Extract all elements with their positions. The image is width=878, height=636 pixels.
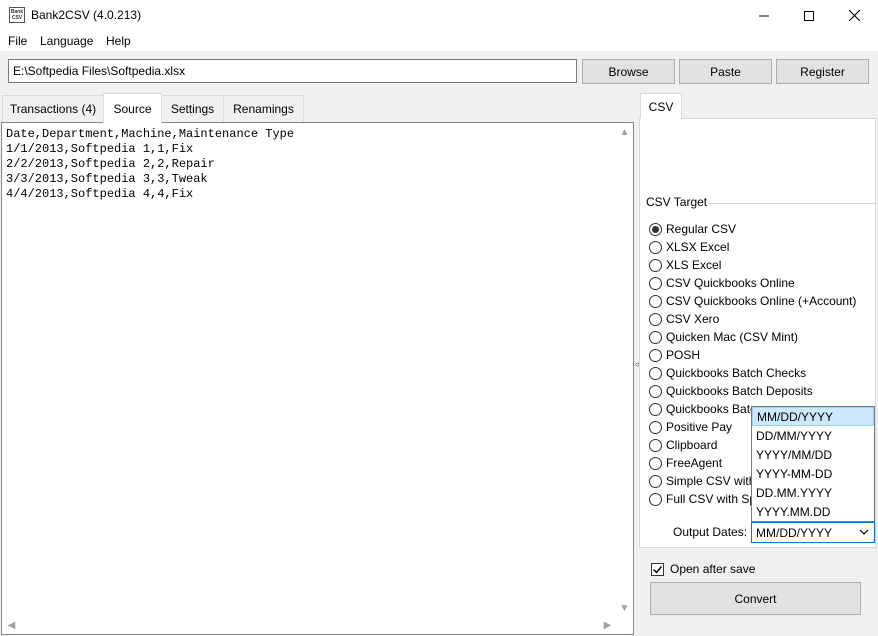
- date-option[interactable]: MM/DD/YYYY: [752, 407, 874, 426]
- radio-label: Clipboard: [666, 438, 718, 452]
- radio-csv-quickbooks-online[interactable]: CSV Quickbooks Online: [649, 274, 795, 292]
- tab-transactions[interactable]: Transactions (4): [2, 95, 104, 122]
- radio-icon: [649, 420, 662, 434]
- radio-csv-xero[interactable]: CSV Xero: [649, 310, 719, 328]
- radio-quickbooks-batch-other[interactable]: Quickbooks Batc: [649, 400, 756, 418]
- menu-file[interactable]: File: [8, 34, 27, 48]
- menu-language[interactable]: Language: [40, 34, 93, 48]
- tab-settings[interactable]: Settings: [161, 95, 224, 122]
- radio-label: XLS Excel: [666, 258, 722, 272]
- radio-label: XLSX Excel: [666, 240, 730, 254]
- radio-posh[interactable]: POSH: [649, 346, 700, 364]
- radio-icon: [649, 258, 662, 272]
- radio-icon: [649, 276, 662, 290]
- source-line: 2/2/2013,Softpedia 2,2,Repair: [6, 157, 215, 171]
- radio-label: Quicken Mac (CSV Mint): [666, 330, 799, 344]
- minimize-icon: [759, 15, 769, 16]
- radio-icon: [649, 312, 662, 326]
- radio-label: CSV Quickbooks Online: [666, 276, 795, 290]
- radio-label: FreeAgent: [666, 456, 723, 470]
- tab-csv[interactable]: CSV: [640, 93, 682, 119]
- maximize-button[interactable]: [786, 0, 832, 31]
- radio-label: Quickbooks Batch Deposits: [666, 384, 813, 398]
- close-button[interactable]: [831, 0, 877, 31]
- radio-quickbooks-batch-checks[interactable]: Quickbooks Batch Checks: [649, 364, 806, 382]
- radio-label: Full CSV with Sp: [666, 492, 757, 506]
- date-option[interactable]: YYYY/MM/DD: [752, 445, 874, 464]
- open-after-save-checkbox[interactable]: Open after save: [651, 562, 755, 576]
- radio-label: POSH: [666, 348, 701, 362]
- paste-button[interactable]: Paste: [679, 59, 772, 84]
- source-content: Date,Department,Machine,Maintenance Type…: [6, 127, 294, 202]
- scroll-right-icon[interactable]: ▶: [599, 617, 616, 634]
- radio-xls-excel[interactable]: XLS Excel: [649, 256, 721, 274]
- radio-icon: [649, 492, 662, 506]
- minimize-button[interactable]: [741, 0, 787, 31]
- date-format-dropdown-list[interactable]: MM/DD/YYYY DD/MM/YYYY YYYY/MM/DD YYYY-MM…: [751, 406, 875, 522]
- open-after-save-label: Open after save: [670, 562, 756, 576]
- radio-label: CSV Xero: [666, 312, 720, 326]
- source-text-area[interactable]: Date,Department,Machine,Maintenance Type…: [1, 122, 634, 635]
- chevron-down-icon: [859, 529, 869, 535]
- output-dates-select[interactable]: MM/DD/YYYY: [751, 522, 875, 543]
- tab-source[interactable]: Source: [103, 93, 162, 123]
- radio-icon: [649, 348, 662, 362]
- browse-button[interactable]: Browse: [582, 59, 675, 84]
- scroll-down-icon[interactable]: ▼: [616, 600, 633, 617]
- radio-icon: [649, 456, 662, 470]
- date-option[interactable]: YYYY.MM.DD: [752, 502, 874, 521]
- radio-csv-quickbooks-online-account[interactable]: CSV Quickbooks Online (+Account): [649, 292, 856, 310]
- checkbox-checked-icon: [651, 562, 664, 576]
- radio-label: Quickbooks Batch Checks: [666, 366, 807, 380]
- source-line: 1/1/2013,Softpedia 1,1,Fix: [6, 142, 194, 156]
- radio-icon: [649, 240, 662, 254]
- radio-checked-icon: [649, 222, 662, 236]
- radio-label: Quickbooks Batc: [666, 402, 757, 416]
- source-line: 4/4/2013,Softpedia 4,4,Fix: [6, 187, 194, 201]
- radio-icon: [649, 474, 662, 488]
- radio-clipboard[interactable]: Clipboard: [649, 436, 717, 454]
- window-title: Bank2CSV (4.0.213): [31, 8, 142, 22]
- date-option[interactable]: YYYY-MM-DD: [752, 464, 874, 483]
- output-dates-value: MM/DD/YYYY: [756, 525, 833, 540]
- convert-button[interactable]: Convert: [650, 582, 861, 615]
- source-line: 3/3/2013,Softpedia 3,3,Tweak: [6, 172, 208, 186]
- close-icon: [848, 10, 860, 21]
- radio-freeagent[interactable]: FreeAgent: [649, 454, 722, 472]
- output-dates-label: Output Dates:: [673, 525, 748, 539]
- vertical-scrollbar[interactable]: ▲ ▼: [616, 124, 633, 617]
- source-line: Date,Department,Machine,Maintenance Type: [6, 127, 295, 141]
- app-logo-icon: Bank CSV: [9, 7, 25, 23]
- radio-icon: [649, 330, 662, 344]
- radio-simple-csv[interactable]: Simple CSV with: [649, 472, 755, 490]
- radio-icon: [649, 402, 662, 416]
- menu-bar: [0, 31, 878, 51]
- date-option[interactable]: DD.MM.YYYY: [752, 483, 874, 502]
- radio-icon: [649, 384, 662, 398]
- tab-renamings[interactable]: Renamings: [223, 95, 304, 122]
- radio-icon: [649, 438, 662, 452]
- radio-label: Regular CSV: [666, 222, 737, 236]
- register-button[interactable]: Register: [776, 59, 869, 84]
- radio-quicken-mac[interactable]: Quicken Mac (CSV Mint): [649, 328, 798, 346]
- csv-target-label: CSV Target: [644, 195, 710, 209]
- radio-regular-csv[interactable]: Regular CSV: [649, 220, 736, 238]
- menu-help[interactable]: Help: [106, 34, 131, 48]
- radio-positive-pay[interactable]: Positive Pay: [649, 418, 732, 436]
- maximize-icon: [804, 10, 814, 21]
- horizontal-scrollbar[interactable]: ◀ ▶: [3, 617, 616, 634]
- radio-label: CSV Quickbooks Online (+Account): [666, 294, 857, 308]
- file-path-input[interactable]: E:\Softpedia Files\Softpedia.xlsx: [8, 59, 577, 83]
- radio-quickbooks-batch-deposits[interactable]: Quickbooks Batch Deposits: [649, 382, 813, 400]
- scroll-up-icon[interactable]: ▲: [616, 124, 633, 141]
- radio-icon: [649, 294, 662, 308]
- scroll-left-icon[interactable]: ◀: [3, 617, 20, 634]
- radio-icon: [649, 366, 662, 380]
- date-option[interactable]: DD/MM/YYYY: [752, 426, 874, 445]
- radio-xlsx-excel[interactable]: XLSX Excel: [649, 238, 729, 256]
- radio-label: Simple CSV with: [666, 474, 756, 488]
- radio-full-csv[interactable]: Full CSV with Sp: [649, 490, 756, 508]
- radio-label: Positive Pay: [666, 420, 733, 434]
